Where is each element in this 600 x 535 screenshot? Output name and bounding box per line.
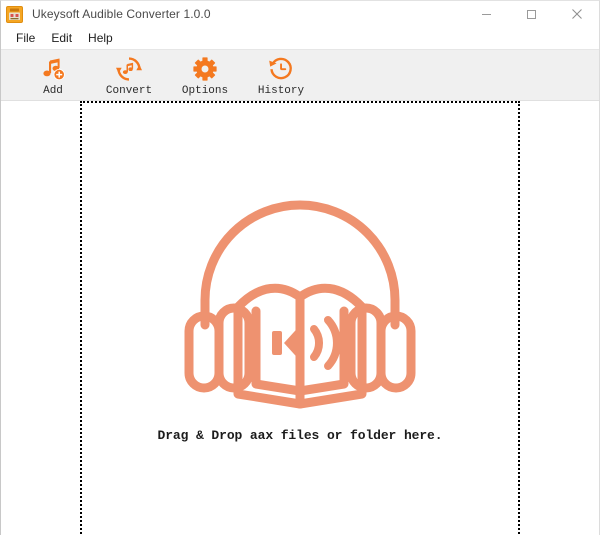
toolbar-button-add[interactable]: Add <box>15 53 91 101</box>
toolbar-button-history-label: History <box>257 85 305 97</box>
toolbar-button-options[interactable]: Options <box>167 53 243 101</box>
convert-refresh-icon <box>116 56 142 82</box>
music-note-add-icon <box>40 56 66 82</box>
toolbar-button-add-label: Add <box>43 85 63 97</box>
gear-icon <box>192 56 218 82</box>
window-title: Ukeysoft Audible Converter 1.0.0 <box>32 7 211 21</box>
history-clock-icon <box>268 56 294 82</box>
app-logo-icon <box>6 5 23 23</box>
audiobook-headphones-icon <box>176 188 424 410</box>
toolbar-button-convert[interactable]: Convert <box>91 53 167 101</box>
toolbar-button-convert-label: Convert <box>105 85 153 97</box>
menu-bar: File Edit Help <box>1 27 599 49</box>
file-drop-zone[interactable]: Drag & Drop aax files or folder here. <box>80 101 520 534</box>
menu-item-edit[interactable]: Edit <box>43 29 80 48</box>
application-window: Ukeysoft Audible Converter 1.0.0 File Ed… <box>0 0 600 535</box>
close-button[interactable] <box>554 1 599 27</box>
window-controls <box>464 1 599 27</box>
menu-item-help[interactable]: Help <box>80 29 121 48</box>
toolbar: Add Convert Options History <box>1 49 599 101</box>
minimize-button[interactable] <box>464 1 509 27</box>
drop-zone-message: Drag & Drop aax files or folder here. <box>157 428 443 443</box>
maximize-button[interactable] <box>509 1 554 27</box>
toolbar-button-history[interactable]: History <box>243 53 319 101</box>
title-bar: Ukeysoft Audible Converter 1.0.0 <box>1 1 599 27</box>
toolbar-button-options-label: Options <box>181 85 229 97</box>
content-area: Drag & Drop aax files or folder here. <box>1 101 599 534</box>
menu-item-file[interactable]: File <box>8 29 43 48</box>
